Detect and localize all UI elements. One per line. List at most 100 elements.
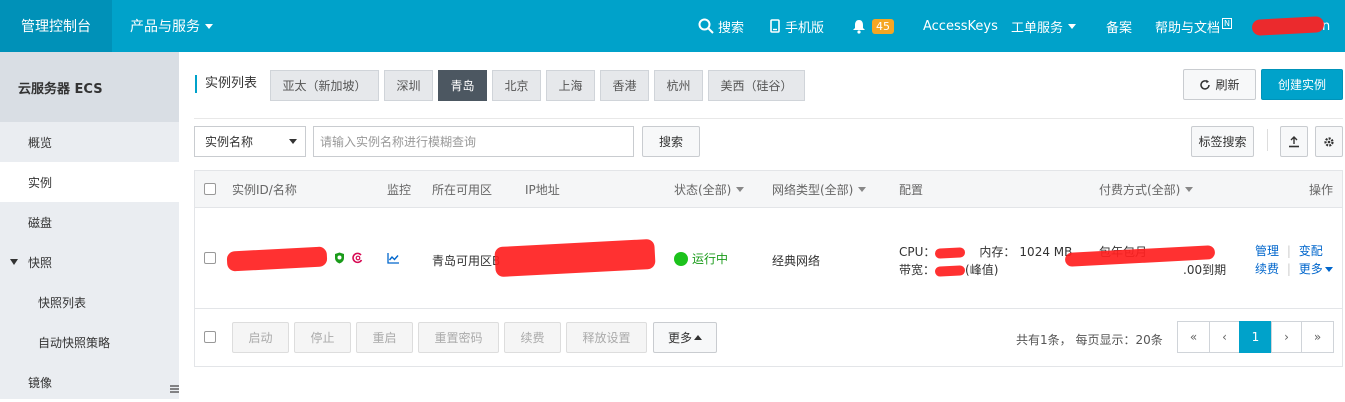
- sidebar-item-auto-snapshot-policy[interactable]: 自动快照策略: [0, 322, 179, 362]
- sidebar: 云服务器 ECS 概览 实例 磁盘 快照 快照列表 自动快照策略 镜像: [0, 52, 179, 399]
- pager-next[interactable]: ›: [1271, 321, 1302, 353]
- tab-region-shenzhen[interactable]: 深圳: [384, 70, 433, 101]
- manage-link[interactable]: 管理: [1255, 244, 1279, 258]
- start-button[interactable]: 启动: [232, 322, 289, 353]
- pager-prev[interactable]: ‹: [1209, 321, 1240, 353]
- pagination-summary: 共有1条， 每页显示：20条: [1016, 333, 1163, 347]
- pager-page-1[interactable]: 1: [1239, 321, 1272, 353]
- cpu-label: CPU：: [899, 245, 936, 259]
- sidebar-item-instances[interactable]: 实例: [0, 162, 179, 202]
- console-home-link[interactable]: 管理控制台: [0, 0, 112, 52]
- search-button[interactable]: 搜索: [642, 126, 700, 157]
- instance-bandwidth: 带宽： (峰值): [899, 261, 998, 278]
- top-nav-bar: 管理控制台 产品与服务 搜索 手机版 45 AccessKeys 工单服务 备案…: [0, 0, 1345, 52]
- ops-separator: |: [1286, 262, 1291, 276]
- network-filter-label: 网络类型(全部): [772, 183, 854, 197]
- mobile-link-label: 手机版: [785, 20, 825, 36]
- select-all-checkbox[interactable]: [204, 183, 216, 195]
- instance-name-search-input[interactable]: [313, 126, 634, 157]
- sidebar-item-images[interactable]: 镜像: [0, 362, 179, 402]
- pager-last[interactable]: »: [1301, 321, 1334, 353]
- redacted-cpu-value: [935, 246, 966, 259]
- more-ops-link[interactable]: 更多: [1299, 262, 1333, 276]
- tag-search-button[interactable]: 标签搜索: [1191, 126, 1254, 157]
- caret-down-icon: [10, 259, 18, 265]
- bandwidth-label: 带宽：: [899, 263, 936, 277]
- row-ops-top: 管理 | 变配: [1255, 242, 1323, 259]
- help-docs-label: 帮助与文档: [1155, 20, 1221, 36]
- tab-region-shanghai[interactable]: 上海: [546, 70, 595, 101]
- renew-link[interactable]: 续费: [1255, 262, 1279, 276]
- col-config: 配置: [899, 183, 924, 197]
- create-instance-button[interactable]: 创建实例: [1261, 69, 1343, 100]
- table-header: 实例ID/名称 监控 所在可用区 IP地址 状态(全部) 网络类型(全部) 配置…: [195, 171, 1342, 208]
- debian-icon: [352, 252, 363, 264]
- notifications-count-badge: 45: [872, 18, 894, 34]
- reset-password-button[interactable]: 重置密码: [418, 322, 499, 353]
- release-settings-button[interactable]: 释放设置: [566, 322, 647, 353]
- export-button[interactable]: [1280, 126, 1308, 157]
- sidebar-item-snapshots[interactable]: 快照: [0, 242, 179, 282]
- search-link-label: 搜索: [718, 20, 745, 36]
- tab-region-qingdao[interactable]: 青岛: [438, 70, 487, 101]
- refresh-icon: [1200, 79, 1211, 90]
- tab-region-hongkong[interactable]: 香港: [600, 70, 649, 101]
- tab-region-singapore[interactable]: 亚太（新加坡）: [270, 70, 379, 101]
- toolbar-separator: [1267, 129, 1268, 151]
- restart-button[interactable]: 重启: [356, 322, 413, 353]
- row-checkbox[interactable]: [204, 252, 216, 264]
- instance-zone-value: 青岛可用区B: [432, 254, 501, 268]
- shield-icon[interactable]: [334, 252, 345, 264]
- instance-cpu-mem: CPU： 内存： 1024 MB: [899, 243, 1072, 260]
- sidebar-item-label: 概览: [28, 135, 53, 150]
- sidebar-collapse-icon[interactable]: [170, 384, 179, 396]
- change-config-link[interactable]: 变配: [1299, 244, 1323, 258]
- sidebar-item-label: 快照: [28, 255, 53, 270]
- tab-region-hangzhou[interactable]: 杭州: [654, 70, 703, 101]
- help-docs-link[interactable]: 帮助与文档 N: [1155, 0, 1232, 52]
- beian-link[interactable]: 备案: [1106, 0, 1132, 52]
- more-actions-button[interactable]: 更多: [653, 322, 717, 353]
- sidebar-item-label: 快照列表: [38, 295, 87, 310]
- mobile-link[interactable]: 手机版: [770, 0, 824, 52]
- footer-select-all-checkbox[interactable]: [204, 331, 216, 343]
- billing-filter[interactable]: 付费方式(全部): [1099, 171, 1194, 208]
- chevron-down-icon: [1068, 23, 1077, 29]
- tab-region-beijing[interactable]: 北京: [492, 70, 541, 101]
- sidebar-item-label: 实例: [28, 175, 53, 190]
- settings-button[interactable]: [1315, 126, 1343, 157]
- renew-button[interactable]: 续费: [504, 322, 561, 353]
- search-icon: [698, 18, 714, 34]
- running-status-icon: [674, 251, 688, 266]
- toolbar-divider: [194, 118, 1343, 119]
- row-ops-bottom: 续费 | 更多: [1255, 260, 1333, 277]
- search-field-select[interactable]: 实例名称: [194, 126, 306, 157]
- instance-list-label: 实例列表: [195, 75, 257, 93]
- products-menu[interactable]: 产品与服务: [130, 0, 213, 52]
- col-ip: IP地址: [525, 183, 560, 197]
- chevron-up-icon: [694, 335, 702, 340]
- monitor-chart-icon[interactable]: [387, 252, 400, 264]
- search-link[interactable]: 搜索: [698, 0, 744, 52]
- notifications-button[interactable]: 45: [852, 0, 894, 52]
- gear-icon: [1324, 136, 1334, 147]
- sidebar-item-overview[interactable]: 概览: [0, 122, 179, 162]
- chevron-down-icon: [736, 187, 745, 192]
- access-keys-link[interactable]: AccessKeys: [923, 0, 998, 52]
- expiry-suffix: .00到期: [1183, 263, 1227, 277]
- tickets-menu[interactable]: 工单服务: [1011, 0, 1077, 52]
- sidebar-item-snapshot-list[interactable]: 快照列表: [0, 282, 179, 322]
- instance-zone: 青岛可用区B: [432, 252, 500, 269]
- stop-button[interactable]: 停止: [294, 322, 351, 353]
- instance-status: 运行中: [674, 250, 728, 267]
- sidebar-item-disks[interactable]: 磁盘: [0, 202, 179, 242]
- network-filter[interactable]: 网络类型(全部): [772, 171, 867, 208]
- col-instance-id: 实例ID/名称: [232, 183, 297, 197]
- pager-first[interactable]: «: [1177, 321, 1210, 353]
- status-filter[interactable]: 状态(全部): [674, 171, 745, 208]
- user-menu[interactable]: n: [1251, 0, 1330, 52]
- redacted-instance-id[interactable]: [226, 246, 328, 272]
- billing-filter-label: 付费方式(全部): [1099, 183, 1181, 197]
- refresh-button[interactable]: 刷新: [1183, 69, 1256, 100]
- tab-region-us-west[interactable]: 美西（硅谷）: [708, 70, 805, 101]
